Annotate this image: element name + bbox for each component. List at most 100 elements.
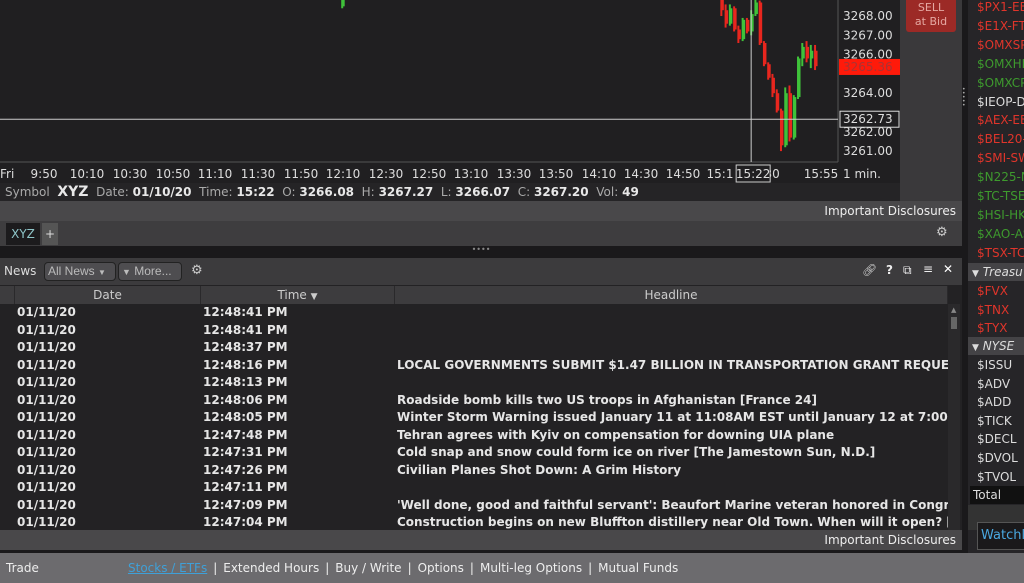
link-separator: | (325, 561, 330, 575)
symbol-label: Symbol (5, 185, 50, 199)
watchlist-item[interactable]: $TYX (977, 319, 1008, 337)
news-time: 12:48:13 PM (203, 375, 288, 389)
watchlist-splitter-grip-icon[interactable]: • • • • • (962, 87, 968, 109)
sell-label: SELL (917, 1, 945, 14)
news-disclosures-link[interactable]: Important Disclosures (0, 530, 962, 550)
watchlist-item[interactable]: $E1X-FT (977, 17, 1024, 35)
news-row[interactable]: 01/11/20 12:47:26 PM Civilian Planes Shot … (0, 462, 948, 480)
close-icon[interactable]: ✕ (943, 262, 953, 276)
watchlist-item[interactable]: $HSI-HK (977, 206, 1024, 224)
tab-xyz[interactable]: XYZ (6, 223, 40, 245)
sort-desc-icon: ▼ (310, 292, 318, 302)
watchlist-item[interactable]: $TSX-TC (977, 244, 1024, 262)
crosshair-time-label: 15:22 (736, 167, 771, 181)
news-time: 12:48:41 PM (203, 305, 288, 319)
watchlist-group-nyse[interactable]: ▼ NYSE (968, 337, 1024, 355)
news-row[interactable]: 01/11/20 12:48:41 PM (0, 304, 948, 322)
news-headline: Cold snap and snow could form ice on riv… (397, 445, 876, 459)
watchlist-item[interactable]: $OMXHP (977, 55, 1024, 73)
watchlist-item[interactable]: $PX1-EE (977, 0, 1024, 16)
watchlist-item[interactable]: $ADD (977, 393, 1011, 411)
news-row[interactable]: 01/11/20 12:47:09 PM 'Well done, good and … (0, 497, 948, 515)
chart-canvas[interactable]: 3268.003267.003266.003264.003262.003261.… (0, 0, 900, 183)
news-headline: Winter Storm Warning issued January 11 a… (397, 410, 948, 424)
add-tab-button[interactable]: + (42, 223, 58, 245)
trade-link[interactable]: Stocks / ETFs (128, 561, 207, 575)
scroll-up-icon[interactable]: ▲ (951, 306, 956, 314)
volume-label: Vol: (596, 185, 619, 199)
watchlist-item[interactable]: $DVOL (977, 449, 1018, 467)
link-icon[interactable]: 🔗︎ (862, 263, 877, 277)
news-column-headers: Date Time ▼ Headline (0, 286, 948, 304)
menu-icon[interactable]: ≡ (923, 262, 933, 276)
more-filter-button[interactable]: ▼ More... (118, 262, 182, 281)
watchlist-item[interactable]: $SMI-SW (977, 149, 1024, 167)
link-settings-icon[interactable]: ⚙ (936, 225, 948, 240)
news-row[interactable]: 01/11/20 12:47:31 PM Cold snap and snow co… (0, 444, 948, 462)
news-date: 01/11/20 (17, 392, 76, 407)
news-row[interactable]: 01/11/20 12:48:05 PM Winter Storm Warning … (0, 409, 948, 427)
news-filter-label: All News (48, 264, 95, 278)
trade-link[interactable]: Options (418, 561, 464, 575)
news-row[interactable]: 01/11/20 12:48:13 PM (0, 374, 948, 392)
news-row[interactable]: 01/11/20 12:48:37 PM (0, 339, 948, 357)
trade-bar: Trade Stocks / ETFs | Extended Hours | Buy /… (0, 553, 1024, 583)
time-tick-label: 12:30 (369, 167, 404, 181)
news-row[interactable]: 01/11/20 12:48:16 PM LOCAL GOVERNMENTS SUB… (0, 357, 948, 375)
watchlist-tab[interactable]: Watchli (977, 522, 1024, 550)
news-time: 12:48:37 PM (203, 340, 288, 354)
gear-icon[interactable]: ⚙ (191, 263, 203, 278)
scroll-thumb[interactable] (951, 317, 957, 329)
crosshair-price-label: 3262.73 (843, 112, 893, 126)
watchlist-item[interactable]: $OMXCP (977, 74, 1024, 92)
watchlist-item[interactable]: $TC-TSE (977, 187, 1024, 205)
news-time: 12:48:06 PM (203, 392, 288, 407)
group-label: Treasu (982, 265, 1023, 279)
watchlist-group-treasury[interactable]: ▼ Treasu (968, 263, 1024, 281)
watchlist-item[interactable]: $N225-N (977, 168, 1024, 186)
watchlist-item[interactable]: $AEX-EE (977, 111, 1024, 129)
trade-link[interactable]: Extended Hours (223, 561, 319, 575)
time-tick-label: Fri (0, 167, 14, 181)
watchlist-item[interactable]: $OMXSP (977, 36, 1024, 54)
column-date[interactable]: Date (15, 286, 201, 304)
chart-disclosures-link[interactable]: Important Disclosures (0, 201, 962, 221)
price-chart[interactable]: 3268.00 3267.00 3266.00 3264.00 3262.00 3261.… (0, 0, 900, 183)
news-row[interactable]: 01/11/20 12:47:11 PM (0, 479, 948, 497)
trade-link[interactable]: Multi-leg Options (480, 561, 582, 575)
watchlist-item[interactable]: $TICK (977, 412, 1012, 430)
news-date: 01/11/20 (17, 410, 76, 424)
watchlist-item[interactable]: $TVOL (977, 468, 1016, 486)
trade-link[interactable]: Mutual Funds (598, 561, 678, 575)
news-scrollbar[interactable]: ▲ (948, 304, 960, 530)
news-date: 01/11/20 (17, 375, 76, 389)
news-row[interactable]: 01/11/20 12:47:48 PM Tehran agrees with Ky… (0, 427, 948, 445)
watchlist-item[interactable]: $DECL (977, 430, 1017, 448)
time-tick-label: 11:10 (198, 167, 233, 181)
news-date: 01/11/20 (17, 497, 76, 512)
time-tick-label: 11:30 (241, 167, 276, 181)
news-row[interactable]: 01/11/20 12:48:06 PM Roadside bomb kills t… (0, 392, 948, 410)
watchlist-item[interactable]: $IEOP-D (977, 93, 1024, 111)
sell-at-bid-button[interactable]: SELL at Bid (906, 0, 956, 32)
trade-link[interactable]: Buy / Write (335, 561, 401, 575)
column-time[interactable]: Time ▼ (201, 286, 395, 304)
chevron-down-icon: ▼ (98, 268, 106, 277)
news-date: 01/11/20 (17, 515, 76, 529)
popout-icon[interactable]: ⧉ (903, 263, 912, 278)
watchlist-item[interactable]: $BEL20- (977, 130, 1024, 148)
panel-splitter[interactable]: •••• (0, 246, 962, 258)
column-headline[interactable]: Headline (395, 286, 948, 304)
watchlist-item[interactable]: $XAO-AS (977, 225, 1024, 243)
watchlist-item[interactable]: $TNX (977, 301, 1009, 319)
watchlist-item[interactable]: $ISSU (977, 356, 1012, 374)
collapse-icon: ▼ (972, 269, 979, 279)
watchlist-item[interactable]: $FVX (977, 282, 1008, 300)
help-icon[interactable]: ? (886, 263, 893, 277)
low-label: L: (440, 185, 452, 199)
watchlist-item[interactable]: $ADV (977, 375, 1010, 393)
news-row[interactable]: 01/11/20 12:47:04 PM Construction begins o… (0, 514, 948, 530)
news-filter-dropdown[interactable]: All News ▼ (44, 262, 116, 281)
news-row[interactable]: 01/11/20 12:48:41 PM (0, 322, 948, 340)
date-label: Date: (96, 185, 129, 199)
